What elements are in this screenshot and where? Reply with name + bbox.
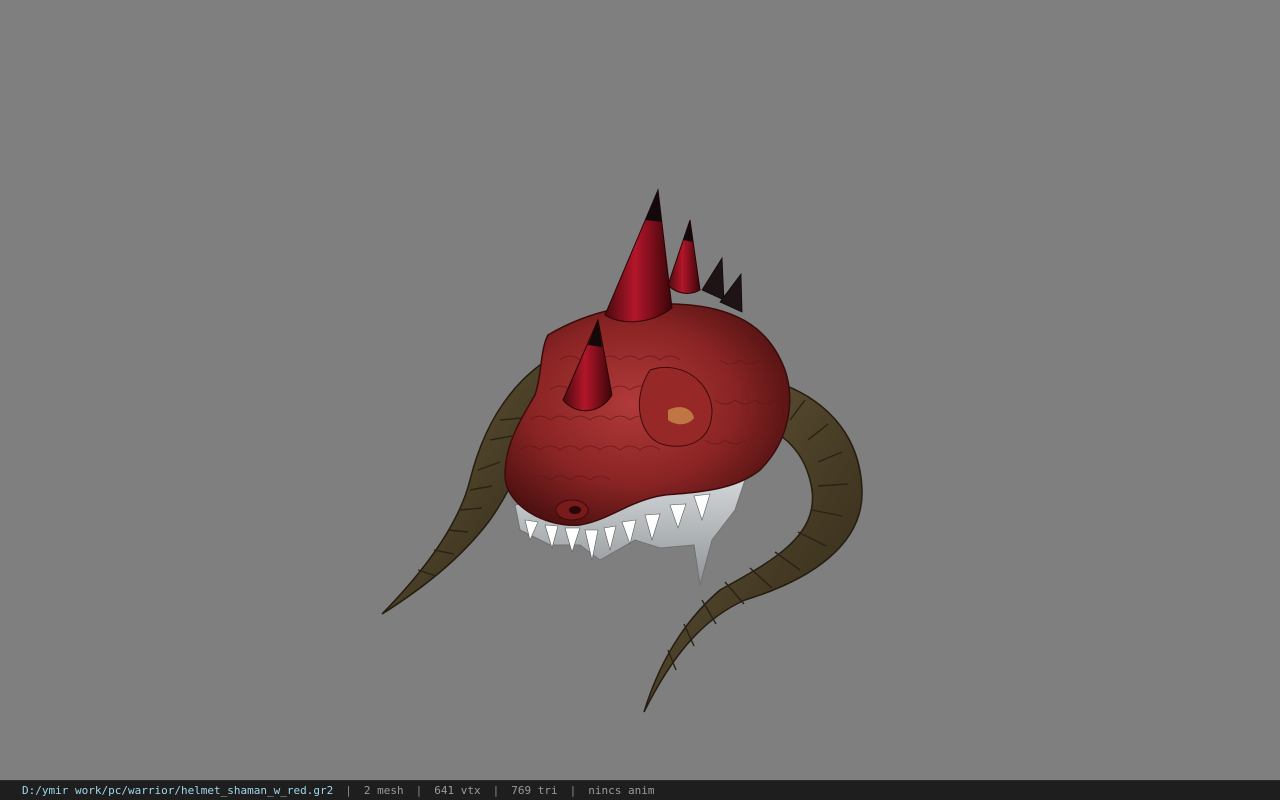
separator: | (569, 784, 577, 797)
separator: | (492, 784, 500, 797)
helmet-model (381, 188, 863, 713)
vertex-count: 641 vtx (434, 784, 481, 797)
file-path-label: D:/ymir work/pc/warrior/helmet_shaman_w_… (22, 784, 334, 797)
separator: | (415, 784, 423, 797)
3d-viewport[interactable] (0, 0, 1280, 780)
animation-status: nincs anim (588, 784, 655, 797)
mesh-count: 2 mesh (363, 784, 404, 797)
triangle-count: 769 tri (511, 784, 558, 797)
status-bar: D:/ymir work/pc/warrior/helmet_shaman_w_… (0, 780, 1280, 800)
separator: | (345, 784, 352, 797)
